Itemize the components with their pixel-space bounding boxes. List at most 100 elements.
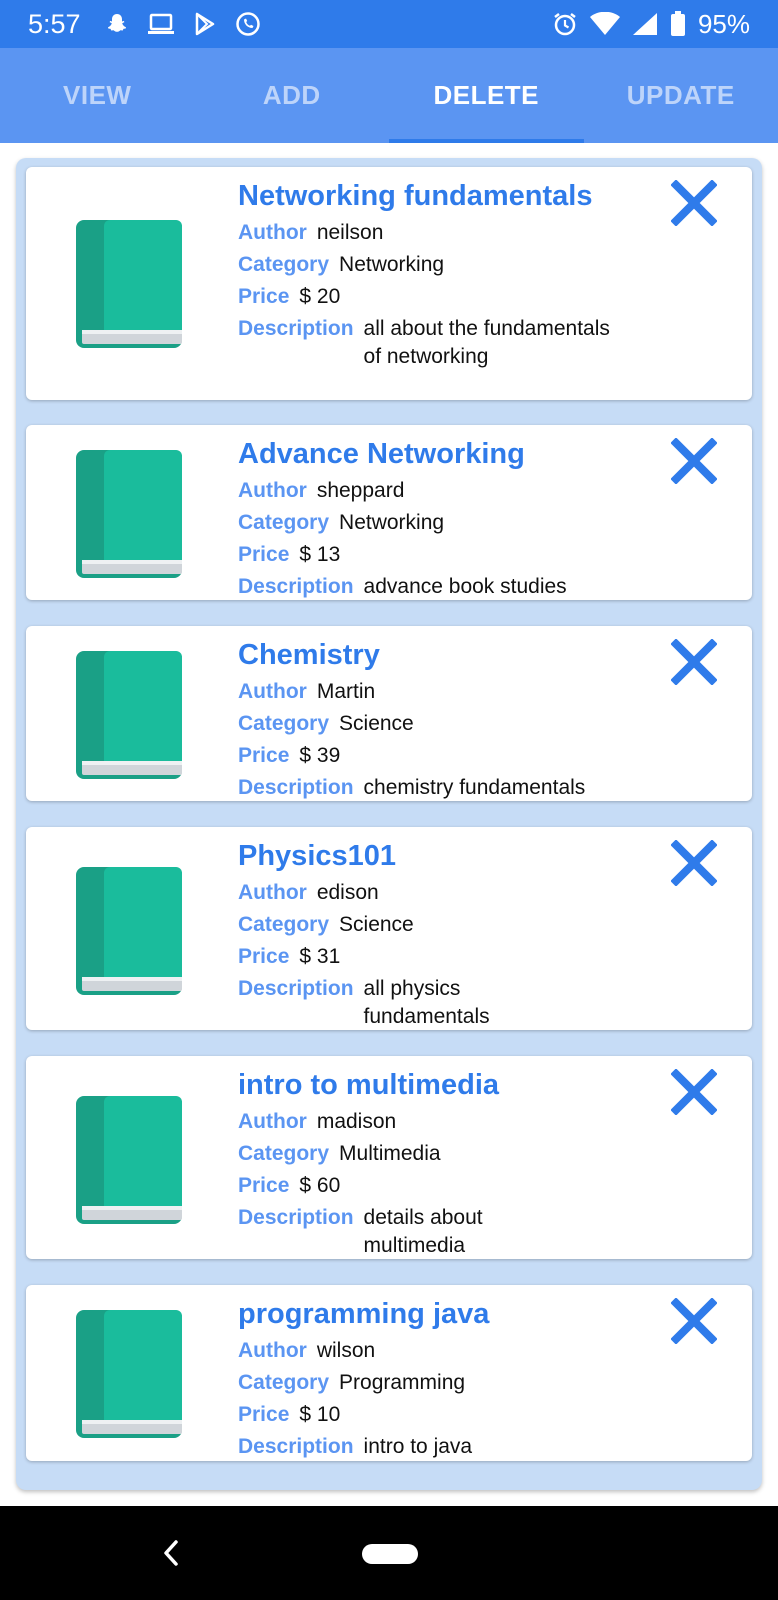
close-icon <box>671 639 717 685</box>
navigation-bar <box>0 1506 778 1600</box>
book-title: Networking fundamentals <box>238 180 593 212</box>
book-icon <box>76 220 182 348</box>
price-row: Price $ 31 <box>238 941 632 973</box>
book-title: Physics101 <box>238 840 397 872</box>
price-label: Price <box>238 1174 290 1197</box>
status-right: 95% <box>552 9 750 40</box>
author-row: Author wilson <box>238 1335 632 1367</box>
price-row: Price $ 60 <box>238 1170 632 1202</box>
whatsapp-icon <box>235 12 260 36</box>
category-row: Category Programming <box>238 1367 632 1399</box>
book-title: Advance Networking <box>238 438 525 470</box>
description-value: intro to java <box>363 1435 473 1458</box>
back-button[interactable] <box>156 1536 186 1570</box>
description-value: all about the fundamentals of networking <box>363 317 610 368</box>
book-card: Chemistry Author Martin Category Science P… <box>26 626 752 801</box>
author-label: Author <box>238 881 307 904</box>
category-value: Networking <box>339 511 445 534</box>
book-card: intro to multimedia Author madison Catego… <box>26 1056 752 1259</box>
description-value: advance book studies <box>363 575 567 598</box>
book-title: programming java <box>238 1298 490 1330</box>
description-row: Description intro to java <box>238 1431 632 1463</box>
home-button[interactable] <box>362 1544 418 1564</box>
price-label: Price <box>238 744 290 767</box>
author-row: Author neilson <box>238 217 632 249</box>
price-value: $ 20 <box>299 285 341 308</box>
book-info: Networking fundamentals Author neilson Ca… <box>238 175 632 371</box>
category-row: Category Multimedia <box>238 1138 632 1170</box>
author-value: Martin <box>316 680 376 703</box>
author-value: wilson <box>316 1339 376 1362</box>
book-icon <box>76 1096 182 1224</box>
description-label: Description <box>238 1435 354 1458</box>
category-value: Science <box>339 913 414 936</box>
tab-delete[interactable]: DELETE <box>389 48 584 143</box>
description-row: Description details about multimedia <box>238 1202 632 1260</box>
category-label: Category <box>238 511 330 534</box>
category-row: Category Science <box>238 708 632 740</box>
delete-button[interactable] <box>670 437 718 485</box>
close-icon <box>671 180 717 226</box>
price-row: Price $ 10 <box>238 1399 632 1431</box>
delete-button[interactable] <box>670 1068 718 1116</box>
author-value: madison <box>316 1110 397 1133</box>
book-card: Networking fundamentals Author neilson Ca… <box>26 167 752 400</box>
price-label: Price <box>238 945 290 968</box>
category-label: Category <box>238 712 330 735</box>
category-row: Category Networking <box>238 507 632 539</box>
description-value: details about multimedia <box>363 1206 483 1257</box>
signal-icon <box>632 13 657 35</box>
close-icon <box>671 1069 717 1115</box>
description-label: Description <box>238 317 354 340</box>
tab-add[interactable]: ADD <box>195 48 390 143</box>
book-card: Advance Networking Author sheppard Catego… <box>26 425 752 600</box>
category-row: Category Science <box>238 909 632 941</box>
price-label: Price <box>238 285 290 308</box>
book-info: Chemistry Author Martin Category Science P… <box>238 634 632 804</box>
author-label: Author <box>238 221 307 244</box>
category-label: Category <box>238 913 330 936</box>
price-value: $ 31 <box>299 945 341 968</box>
category-row: Category Networking <box>238 249 632 281</box>
close-icon <box>671 1298 717 1344</box>
snapchat-icon <box>107 14 126 32</box>
status-time: 5:57 <box>28 8 81 39</box>
close-icon <box>671 438 717 484</box>
battery-icon <box>670 11 685 36</box>
status-left-icons <box>105 11 261 37</box>
delete-button[interactable] <box>670 638 718 686</box>
category-value: Science <box>339 712 414 735</box>
price-row: Price $ 39 <box>238 740 632 772</box>
description-row: Description all about the fundamentals of… <box>238 313 632 371</box>
alarm-icon <box>554 13 576 36</box>
description-label: Description <box>238 1206 354 1229</box>
category-value: Programming <box>339 1371 466 1394</box>
price-value: $ 13 <box>299 543 341 566</box>
author-label: Author <box>238 1110 307 1133</box>
category-label: Category <box>238 1371 330 1394</box>
author-row: Author edison <box>238 877 632 909</box>
play-store-icon <box>195 12 214 36</box>
author-label: Author <box>238 680 307 703</box>
price-value: $ 10 <box>299 1403 341 1426</box>
book-icon <box>76 651 182 779</box>
tab-update[interactable]: UPDATE <box>584 48 778 143</box>
delete-button[interactable] <box>670 179 718 227</box>
description-label: Description <box>238 776 354 799</box>
content-area[interactable]: Networking fundamentals Author neilson Ca… <box>0 143 778 1506</box>
book-info: Physics101 Author edison Category Science … <box>238 835 632 1031</box>
book-title: intro to multimedia <box>238 1069 499 1101</box>
price-value: $ 39 <box>299 744 341 767</box>
book-card: programming java Author wilson Category Pr… <box>26 1285 752 1461</box>
book-info: intro to multimedia Author madison Catego… <box>238 1064 632 1260</box>
price-row: Price $ 20 <box>238 281 632 313</box>
delete-button[interactable] <box>670 1297 718 1345</box>
delete-button[interactable] <box>670 839 718 887</box>
author-row: Author madison <box>238 1106 632 1138</box>
close-icon <box>671 840 717 886</box>
description-value: all physics fundamentals <box>363 977 490 1028</box>
category-value: Multimedia <box>339 1142 441 1165</box>
tab-view[interactable]: VIEW <box>0 48 195 143</box>
book-card: Physics101 Author edison Category Science … <box>26 827 752 1030</box>
status-bar: 5:57 95% <box>0 0 778 48</box>
